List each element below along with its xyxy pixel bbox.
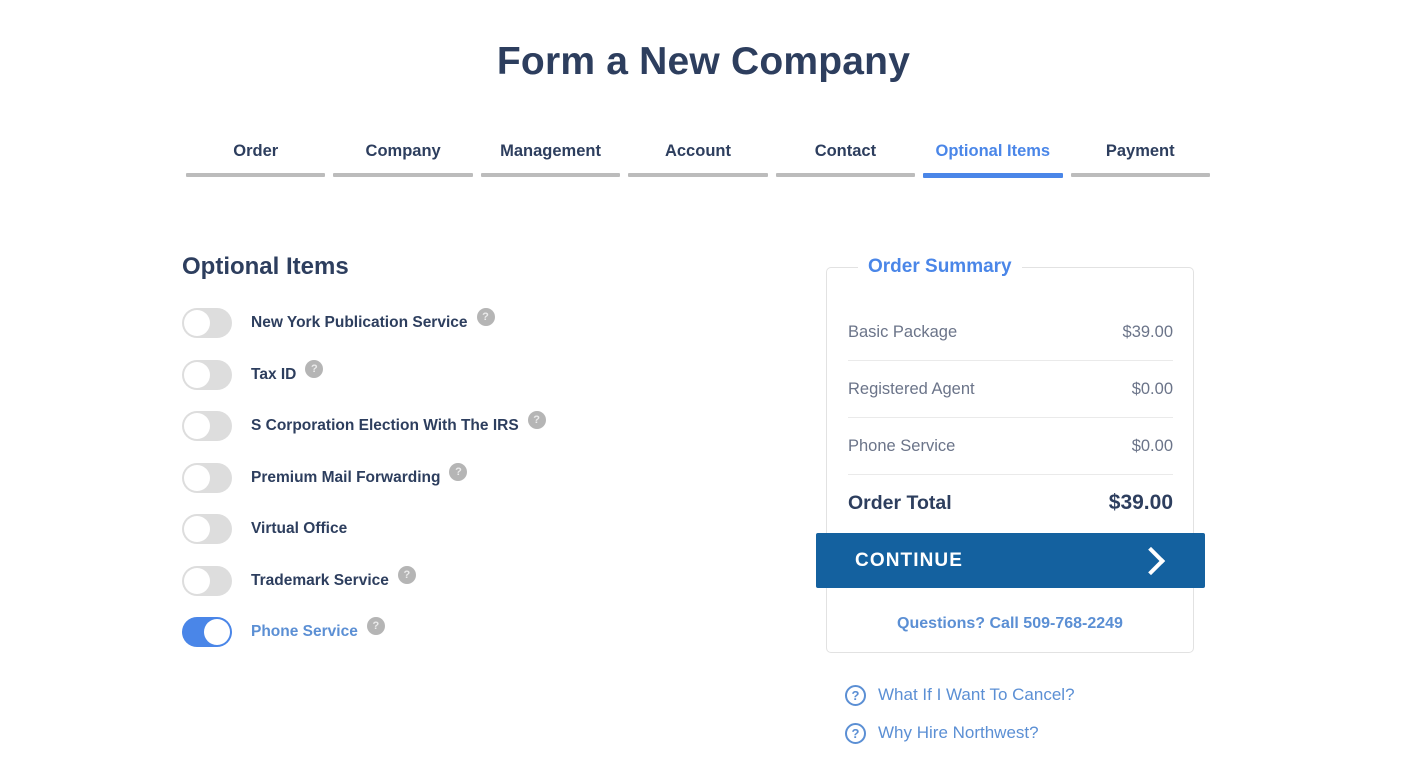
- summary-row-value: $0.00: [1131, 437, 1173, 455]
- tab-label: Payment: [1105, 142, 1175, 160]
- help-link-label: Why Hire Northwest?: [878, 723, 1039, 742]
- toggle-knob: [184, 567, 210, 594]
- summary-row: Basic Package $39.00: [848, 304, 1173, 361]
- summary-row: Phone Service $0.00: [848, 418, 1173, 475]
- help-question-icon[interactable]: ?: [397, 565, 416, 584]
- help-question-icon[interactable]: ?: [527, 411, 546, 429]
- toggle-new-york-publication-service[interactable]: [182, 308, 232, 338]
- order-summary-rows: Basic Package $39.00 Registered Agent $0…: [848, 304, 1173, 533]
- tab-company[interactable]: Company: [329, 133, 476, 177]
- tab-underline-active: [923, 173, 1063, 178]
- tab-label: Management: [500, 142, 601, 160]
- option-label: S Corporation Election With The IRS: [251, 417, 519, 434]
- toggle-tax-id[interactable]: [182, 359, 232, 390]
- help-link-cancel[interactable]: ? What If I Want To Cancel?: [845, 676, 1075, 714]
- option-row: Premium Mail Forwarding ?: [182, 461, 782, 495]
- questions-phone-link[interactable]: Questions? Call 509-768-2249: [826, 614, 1194, 634]
- question-circle-icon: ?: [845, 684, 866, 706]
- toggle-premium-mail-forwarding[interactable]: [182, 462, 232, 493]
- toggle-trademark-service[interactable]: [182, 565, 232, 596]
- page-title: Form a New Company: [496, 40, 911, 83]
- summary-row-value: $0.00: [1131, 380, 1173, 398]
- tab-label: Account: [664, 142, 731, 160]
- order-summary-title: Order Summary: [858, 254, 1022, 280]
- toggle-knob: [184, 413, 210, 439]
- tab-payment[interactable]: Payment: [1067, 133, 1214, 177]
- option-label: Tax ID: [251, 365, 297, 383]
- order-total-value: $39.00: [1108, 491, 1173, 514]
- toggle-knob: [204, 619, 230, 645]
- summary-row: Registered Agent $0.00: [848, 361, 1173, 418]
- summary-row-label: Basic Package: [848, 323, 958, 341]
- summary-row-label: Registered Agent: [848, 380, 975, 398]
- chevron-right-icon: [1136, 546, 1166, 575]
- tab-underline: [1070, 173, 1210, 177]
- tab-account[interactable]: Account: [624, 133, 771, 177]
- summary-row-value: $39.00: [1122, 323, 1173, 341]
- help-question-icon[interactable]: ?: [366, 617, 385, 635]
- help-question-icon[interactable]: ?: [449, 462, 468, 481]
- tab-optional-items[interactable]: Optional Items: [919, 133, 1066, 178]
- option-row: New York Publication Service ?: [182, 306, 782, 340]
- toggle-phone-service[interactable]: [182, 617, 232, 647]
- tab-label: Order: [233, 142, 279, 160]
- option-label: Premium Mail Forwarding: [251, 468, 441, 486]
- question-circle-icon: ?: [845, 722, 866, 744]
- order-total-label: Order Total: [848, 492, 952, 514]
- option-row: Tax ID ?: [182, 358, 782, 392]
- toggle-knob: [184, 361, 210, 388]
- option-row: Phone Service ?: [182, 615, 782, 649]
- help-links: ? What If I Want To Cancel? ? Why Hire N…: [845, 676, 1075, 752]
- toggle-virtual-office[interactable]: [182, 514, 232, 544]
- help-question-icon[interactable]: ?: [476, 308, 495, 326]
- continue-button[interactable]: CONTINUE: [816, 533, 1205, 588]
- help-question-icon[interactable]: ?: [305, 359, 324, 378]
- tab-underline: [628, 173, 768, 177]
- help-link-label: What If I Want To Cancel?: [878, 685, 1075, 704]
- help-link-why-hire[interactable]: ? Why Hire Northwest?: [845, 714, 1075, 752]
- option-label: Virtual Office: [251, 520, 348, 537]
- option-label: Phone Service: [251, 623, 358, 640]
- toggle-s-corporation-election[interactable]: [182, 411, 232, 441]
- tab-management[interactable]: Management: [477, 133, 624, 177]
- tab-label: Contact: [814, 142, 877, 160]
- tab-label: Optional Items: [935, 142, 1051, 160]
- option-label: Trademark Service: [251, 571, 389, 589]
- tab-order[interactable]: Order: [182, 133, 329, 177]
- option-label: New York Publication Service: [251, 314, 468, 331]
- toggle-knob: [184, 516, 210, 542]
- tab-underline: [186, 173, 326, 177]
- tab-underline: [775, 173, 916, 177]
- optional-items-list: New York Publication Service ? Tax ID ? …: [182, 306, 782, 667]
- tab-label: Company: [365, 142, 441, 160]
- tab-underline: [333, 173, 473, 177]
- tab-underline: [480, 173, 621, 177]
- option-row: Trademark Service ?: [182, 564, 782, 598]
- section-heading: Optional Items: [182, 253, 349, 280]
- step-tabs: Order Company Management Account Contact…: [182, 133, 1214, 178]
- option-row: S Corporation Election With The IRS ?: [182, 409, 782, 443]
- option-row: Virtual Office: [182, 512, 782, 546]
- order-total-row: Order Total $39.00: [848, 475, 1173, 533]
- summary-row-label: Phone Service: [848, 437, 956, 455]
- continue-button-label: CONTINUE: [855, 549, 964, 571]
- tab-contact[interactable]: Contact: [772, 133, 919, 177]
- toggle-knob: [184, 464, 210, 491]
- toggle-knob: [184, 310, 210, 336]
